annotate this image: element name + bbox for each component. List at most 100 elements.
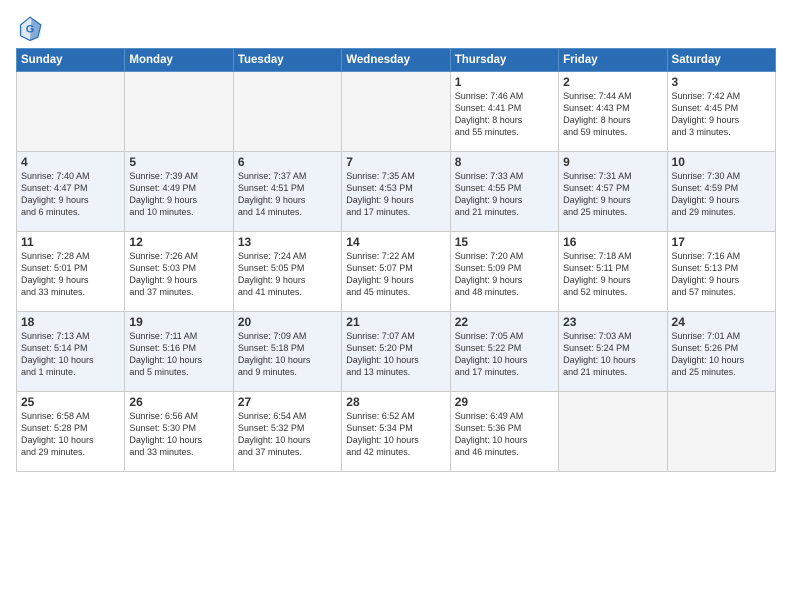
day-info: Sunrise: 7:03 AMSunset: 5:24 PMDaylight:…	[563, 330, 662, 379]
week-row-3: 11Sunrise: 7:28 AMSunset: 5:01 PMDayligh…	[17, 232, 776, 312]
col-header-sunday: Sunday	[17, 49, 125, 72]
day-info: Sunrise: 7:46 AMSunset: 4:41 PMDaylight:…	[455, 90, 554, 139]
col-header-tuesday: Tuesday	[233, 49, 341, 72]
day-info: Sunrise: 7:35 AMSunset: 4:53 PMDaylight:…	[346, 170, 445, 219]
day-cell: 25Sunrise: 6:58 AMSunset: 5:28 PMDayligh…	[17, 392, 125, 472]
day-cell: 18Sunrise: 7:13 AMSunset: 5:14 PMDayligh…	[17, 312, 125, 392]
day-cell: 3Sunrise: 7:42 AMSunset: 4:45 PMDaylight…	[667, 72, 775, 152]
day-cell	[559, 392, 667, 472]
day-info: Sunrise: 6:52 AMSunset: 5:34 PMDaylight:…	[346, 410, 445, 459]
day-number: 13	[238, 235, 337, 249]
day-cell: 14Sunrise: 7:22 AMSunset: 5:07 PMDayligh…	[342, 232, 450, 312]
day-info: Sunrise: 7:40 AMSunset: 4:47 PMDaylight:…	[21, 170, 120, 219]
day-number: 3	[672, 75, 771, 89]
day-info: Sunrise: 6:56 AMSunset: 5:30 PMDaylight:…	[129, 410, 228, 459]
week-row-1: 1Sunrise: 7:46 AMSunset: 4:41 PMDaylight…	[17, 72, 776, 152]
day-info: Sunrise: 7:22 AMSunset: 5:07 PMDaylight:…	[346, 250, 445, 299]
day-info: Sunrise: 7:07 AMSunset: 5:20 PMDaylight:…	[346, 330, 445, 379]
day-cell: 29Sunrise: 6:49 AMSunset: 5:36 PMDayligh…	[450, 392, 558, 472]
day-number: 19	[129, 315, 228, 329]
day-info: Sunrise: 7:28 AMSunset: 5:01 PMDaylight:…	[21, 250, 120, 299]
day-cell: 22Sunrise: 7:05 AMSunset: 5:22 PMDayligh…	[450, 312, 558, 392]
day-cell: 4Sunrise: 7:40 AMSunset: 4:47 PMDaylight…	[17, 152, 125, 232]
day-cell: 8Sunrise: 7:33 AMSunset: 4:55 PMDaylight…	[450, 152, 558, 232]
day-info: Sunrise: 6:58 AMSunset: 5:28 PMDaylight:…	[21, 410, 120, 459]
header-row: SundayMondayTuesdayWednesdayThursdayFrid…	[17, 49, 776, 72]
calendar-table: SundayMondayTuesdayWednesdayThursdayFrid…	[16, 48, 776, 472]
day-info: Sunrise: 7:16 AMSunset: 5:13 PMDaylight:…	[672, 250, 771, 299]
day-cell: 17Sunrise: 7:16 AMSunset: 5:13 PMDayligh…	[667, 232, 775, 312]
day-cell: 13Sunrise: 7:24 AMSunset: 5:05 PMDayligh…	[233, 232, 341, 312]
day-number: 17	[672, 235, 771, 249]
week-row-2: 4Sunrise: 7:40 AMSunset: 4:47 PMDaylight…	[17, 152, 776, 232]
day-info: Sunrise: 7:44 AMSunset: 4:43 PMDaylight:…	[563, 90, 662, 139]
day-cell: 10Sunrise: 7:30 AMSunset: 4:59 PMDayligh…	[667, 152, 775, 232]
day-info: Sunrise: 7:09 AMSunset: 5:18 PMDaylight:…	[238, 330, 337, 379]
day-cell: 7Sunrise: 7:35 AMSunset: 4:53 PMDaylight…	[342, 152, 450, 232]
header: G	[16, 14, 776, 42]
week-row-5: 25Sunrise: 6:58 AMSunset: 5:28 PMDayligh…	[17, 392, 776, 472]
col-header-saturday: Saturday	[667, 49, 775, 72]
day-cell: 5Sunrise: 7:39 AMSunset: 4:49 PMDaylight…	[125, 152, 233, 232]
day-info: Sunrise: 7:01 AMSunset: 5:26 PMDaylight:…	[672, 330, 771, 379]
day-info: Sunrise: 7:13 AMSunset: 5:14 PMDaylight:…	[21, 330, 120, 379]
svg-text:G: G	[26, 24, 34, 36]
day-number: 5	[129, 155, 228, 169]
day-info: Sunrise: 7:30 AMSunset: 4:59 PMDaylight:…	[672, 170, 771, 219]
day-number: 16	[563, 235, 662, 249]
day-number: 8	[455, 155, 554, 169]
day-number: 20	[238, 315, 337, 329]
col-header-monday: Monday	[125, 49, 233, 72]
day-info: Sunrise: 7:26 AMSunset: 5:03 PMDaylight:…	[129, 250, 228, 299]
day-cell: 12Sunrise: 7:26 AMSunset: 5:03 PMDayligh…	[125, 232, 233, 312]
day-info: Sunrise: 6:54 AMSunset: 5:32 PMDaylight:…	[238, 410, 337, 459]
day-info: Sunrise: 7:39 AMSunset: 4:49 PMDaylight:…	[129, 170, 228, 219]
day-info: Sunrise: 6:49 AMSunset: 5:36 PMDaylight:…	[455, 410, 554, 459]
day-cell	[17, 72, 125, 152]
day-number: 1	[455, 75, 554, 89]
day-cell: 28Sunrise: 6:52 AMSunset: 5:34 PMDayligh…	[342, 392, 450, 472]
col-header-wednesday: Wednesday	[342, 49, 450, 72]
day-cell	[125, 72, 233, 152]
day-number: 2	[563, 75, 662, 89]
day-cell	[667, 392, 775, 472]
day-number: 28	[346, 395, 445, 409]
day-info: Sunrise: 7:42 AMSunset: 4:45 PMDaylight:…	[672, 90, 771, 139]
day-number: 11	[21, 235, 120, 249]
day-cell: 1Sunrise: 7:46 AMSunset: 4:41 PMDaylight…	[450, 72, 558, 152]
week-row-4: 18Sunrise: 7:13 AMSunset: 5:14 PMDayligh…	[17, 312, 776, 392]
day-number: 12	[129, 235, 228, 249]
day-cell: 21Sunrise: 7:07 AMSunset: 5:20 PMDayligh…	[342, 312, 450, 392]
logo: G	[16, 14, 48, 42]
day-cell: 20Sunrise: 7:09 AMSunset: 5:18 PMDayligh…	[233, 312, 341, 392]
day-cell: 6Sunrise: 7:37 AMSunset: 4:51 PMDaylight…	[233, 152, 341, 232]
day-number: 29	[455, 395, 554, 409]
day-info: Sunrise: 7:31 AMSunset: 4:57 PMDaylight:…	[563, 170, 662, 219]
day-info: Sunrise: 7:33 AMSunset: 4:55 PMDaylight:…	[455, 170, 554, 219]
day-number: 15	[455, 235, 554, 249]
day-cell: 19Sunrise: 7:11 AMSunset: 5:16 PMDayligh…	[125, 312, 233, 392]
day-cell: 2Sunrise: 7:44 AMSunset: 4:43 PMDaylight…	[559, 72, 667, 152]
day-number: 14	[346, 235, 445, 249]
day-info: Sunrise: 7:05 AMSunset: 5:22 PMDaylight:…	[455, 330, 554, 379]
col-header-thursday: Thursday	[450, 49, 558, 72]
day-number: 21	[346, 315, 445, 329]
day-cell: 27Sunrise: 6:54 AMSunset: 5:32 PMDayligh…	[233, 392, 341, 472]
day-number: 4	[21, 155, 120, 169]
day-cell: 24Sunrise: 7:01 AMSunset: 5:26 PMDayligh…	[667, 312, 775, 392]
day-cell: 11Sunrise: 7:28 AMSunset: 5:01 PMDayligh…	[17, 232, 125, 312]
day-info: Sunrise: 7:37 AMSunset: 4:51 PMDaylight:…	[238, 170, 337, 219]
day-number: 24	[672, 315, 771, 329]
day-number: 7	[346, 155, 445, 169]
day-info: Sunrise: 7:24 AMSunset: 5:05 PMDaylight:…	[238, 250, 337, 299]
day-cell: 23Sunrise: 7:03 AMSunset: 5:24 PMDayligh…	[559, 312, 667, 392]
col-header-friday: Friday	[559, 49, 667, 72]
day-number: 10	[672, 155, 771, 169]
day-number: 23	[563, 315, 662, 329]
day-number: 6	[238, 155, 337, 169]
logo-icon: G	[16, 14, 44, 42]
day-number: 9	[563, 155, 662, 169]
day-cell: 26Sunrise: 6:56 AMSunset: 5:30 PMDayligh…	[125, 392, 233, 472]
day-number: 18	[21, 315, 120, 329]
day-cell: 9Sunrise: 7:31 AMSunset: 4:57 PMDaylight…	[559, 152, 667, 232]
